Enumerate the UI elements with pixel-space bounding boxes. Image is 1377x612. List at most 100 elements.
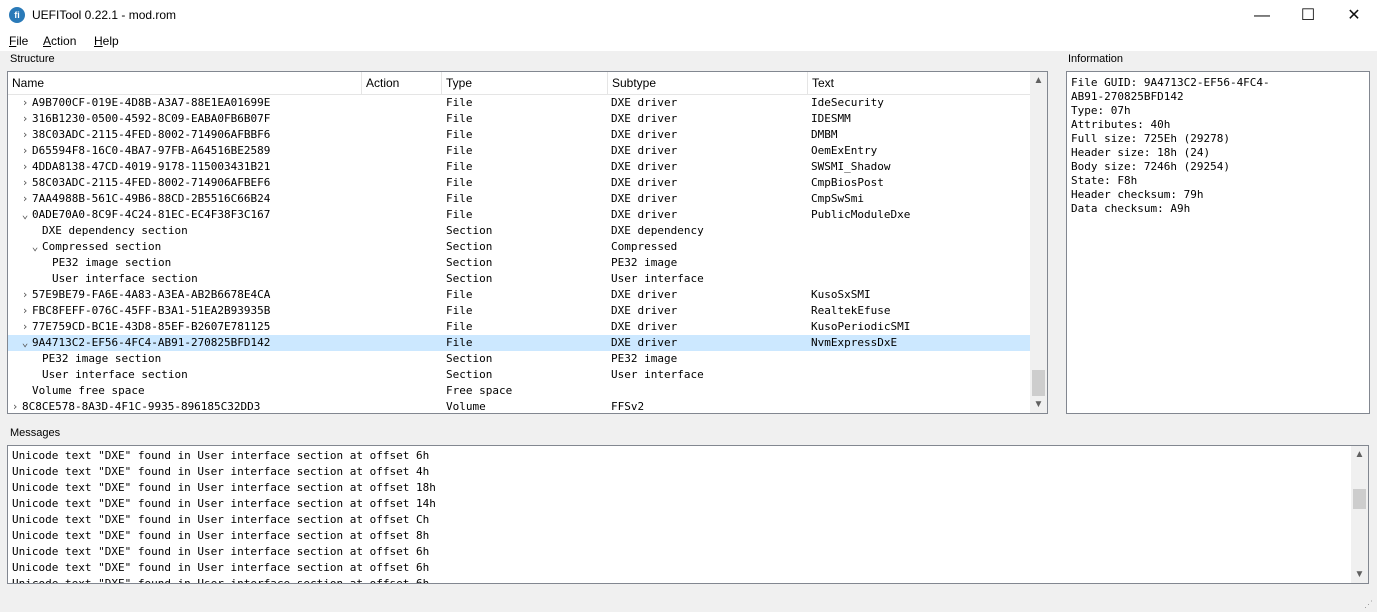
tree-row[interactable]: User interface section Section User interf… <box>8 367 1032 383</box>
expand-arrow-icon[interactable]: › <box>10 399 20 413</box>
tree-cell-name: 4DDA8138-47CD-4019-9178-115003431B21 <box>32 160 271 173</box>
scroll-thumb[interactable] <box>1353 489 1366 509</box>
column-name[interactable]: Name <box>8 72 362 94</box>
collapse-arrow-icon[interactable]: ⌄ <box>30 239 40 255</box>
scroll-down-arrow-icon[interactable]: ▼ <box>1351 566 1368 583</box>
expand-arrow-icon[interactable]: › <box>20 111 30 127</box>
tree-row[interactable]: › 7AA4988B-561C-49B6-88CD-2B5516C66B24 Fil… <box>8 191 1032 207</box>
tree-cell-type: Section <box>446 272 493 285</box>
tree-cell-subtype: DXE driver <box>611 304 678 317</box>
tree-row[interactable]: PE32 image section Section PE32 image <box>8 255 1032 271</box>
menu-file[interactable]: File <box>9 34 28 48</box>
expand-arrow-icon[interactable]: › <box>20 159 30 175</box>
tree-cell-subtype: DXE driver <box>611 288 678 301</box>
message-line[interactable]: Unicode text "DXE" found in User interfa… <box>8 512 1368 528</box>
tree-row[interactable]: PE32 image section Section PE32 image <box>8 351 1032 367</box>
tree-row[interactable]: › D65594F8-16C0-4BA7-97FB-A64516BE2589 Fil… <box>8 143 1032 159</box>
tree-cell-subtype: DXE driver <box>611 192 678 205</box>
information-text[interactable]: File GUID: 9A4713C2-EF56-4FC4- AB91-27082… <box>1066 71 1370 414</box>
column-type[interactable]: Type <box>442 72 608 94</box>
message-line[interactable]: Unicode text "DXE" found in User interfa… <box>8 528 1368 544</box>
structure-title: Structure <box>10 53 55 65</box>
expand-arrow-icon[interactable]: › <box>20 287 30 303</box>
message-line[interactable]: Unicode text "DXE" found in User interfa… <box>8 544 1368 560</box>
tree-row[interactable]: › 316B1230-0500-4592-8C09-EABA0FB6B07F Fil… <box>8 111 1032 127</box>
message-line[interactable]: Unicode text "DXE" found in User interfa… <box>8 464 1368 480</box>
tree-cell-type: File <box>446 160 473 173</box>
message-line[interactable]: Unicode text "DXE" found in User interfa… <box>8 560 1368 576</box>
tree-cell-type: File <box>446 208 473 221</box>
information-title: Information <box>1068 53 1124 65</box>
scroll-up-arrow-icon[interactable]: ▲ <box>1351 446 1368 463</box>
tree-cell-subtype: User interface <box>611 272 704 285</box>
menu-help[interactable]: Help <box>94 34 119 48</box>
message-line[interactable]: Unicode text "DXE" found in User interfa… <box>8 496 1368 512</box>
info-line: Full size: 725Eh (29278) <box>1071 132 1230 145</box>
tree-cell-name: A9B700CF-019E-4D8B-A3A7-88E1EA01699E <box>32 96 271 109</box>
tree-cell-type: Section <box>446 224 493 237</box>
tree-cell-subtype: Compressed <box>611 240 678 253</box>
tree-cell-subtype: DXE dependency <box>611 224 704 237</box>
column-text[interactable]: Text <box>808 72 1032 94</box>
tree-row[interactable]: ⌄ 0ADE70A0-8C9F-4C24-81EC-EC4F38F3C167 Fil… <box>8 207 1032 223</box>
tree-cell-subtype: DXE driver <box>611 336 678 349</box>
message-lines: Unicode text "DXE" found in User interfa… <box>8 446 1368 583</box>
tree-row[interactable]: › 38C03ADC-2115-4FED-8002-714906AFBBF6 Fil… <box>8 127 1032 143</box>
tree-row[interactable]: › 58C03ADC-2115-4FED-8002-714906AFBEF6 Fil… <box>8 175 1032 191</box>
info-line: AB91-270825BFD142 <box>1071 90 1184 103</box>
messages-scrollbar[interactable]: ▲ ▼ <box>1351 446 1368 583</box>
scroll-down-arrow-icon[interactable]: ▼ <box>1030 396 1047 413</box>
column-action[interactable]: Action <box>362 72 442 94</box>
collapse-arrow-icon[interactable]: ⌄ <box>20 335 30 351</box>
tree-cell-text: IdeSecurity <box>811 96 884 109</box>
expand-arrow-icon[interactable]: › <box>20 191 30 207</box>
tree-cell-name: Compressed section <box>42 240 162 253</box>
tree-row[interactable]: › 57E9BE79-FA6E-4A83-A3EA-AB2B6678E4CA Fil… <box>8 287 1032 303</box>
tree-cell-type: File <box>446 192 473 205</box>
tree-row[interactable]: ⌄ 9A4713C2-EF56-4FC4-AB91-270825BFD142 Fil… <box>8 335 1032 351</box>
tree-cell-subtype: DXE driver <box>611 112 678 125</box>
message-line[interactable]: Unicode text "DXE" found in User interfa… <box>8 576 1368 583</box>
scroll-thumb[interactable] <box>1032 370 1045 396</box>
expand-arrow-icon[interactable]: › <box>20 95 30 111</box>
tree-cell-name: 38C03ADC-2115-4FED-8002-714906AFBBF6 <box>32 128 271 141</box>
tree-cell-name: 316B1230-0500-4592-8C09-EABA0FB6B07F <box>32 112 271 125</box>
tree-cell-subtype: DXE driver <box>611 144 678 157</box>
tree-row[interactable]: User interface section Section User interf… <box>8 271 1032 287</box>
tree-row[interactable]: ⌄ Compressed section Section Compressed <box>8 239 1032 255</box>
status-bar: ⋰ <box>0 590 1377 612</box>
tree-row[interactable]: Volume free space Free space <box>8 383 1032 399</box>
tree-row[interactable]: › 4DDA8138-47CD-4019-9178-115003431B21 Fil… <box>8 159 1032 175</box>
expand-arrow-icon[interactable]: › <box>20 319 30 335</box>
expand-arrow-icon[interactable]: › <box>20 303 30 319</box>
tree-cell-text: CmpSwSmi <box>811 192 864 205</box>
expand-arrow-icon[interactable]: › <box>20 143 30 159</box>
tree-row[interactable]: › 8C8CE578-8A3D-4F1C-9935-896185C32DD3 Vol… <box>8 399 1032 413</box>
menu-action[interactable]: Action <box>43 34 76 48</box>
expand-arrow-icon[interactable]: › <box>20 175 30 191</box>
tree-cell-type: Free space <box>446 384 513 397</box>
tree-row[interactable]: › A9B700CF-019E-4D8B-A3A7-88E1EA01699E Fil… <box>8 95 1032 111</box>
structure-tree[interactable]: Name Action Type Subtype Text › A9B700CF-… <box>7 71 1048 414</box>
message-line[interactable]: Unicode text "DXE" found in User interfa… <box>8 480 1368 496</box>
tree-cell-type: Volume <box>446 400 486 413</box>
message-line[interactable]: Unicode text "DXE" found in User interfa… <box>8 448 1368 464</box>
tree-row[interactable]: DXE dependency section Section DXE depende… <box>8 223 1032 239</box>
resize-grip-icon[interactable]: ⋰ <box>1364 599 1374 609</box>
collapse-arrow-icon[interactable]: ⌄ <box>20 207 30 223</box>
menu-action-label: ction <box>51 34 77 48</box>
tree-row[interactable]: › FBC8FEFF-076C-45FF-B3A1-51EA2B93935B Fil… <box>8 303 1032 319</box>
close-button[interactable]: ✕ <box>1331 0 1377 31</box>
tree-row[interactable]: › 77E759CD-BC1E-43D8-85EF-B2607E781125 Fil… <box>8 319 1032 335</box>
minimize-button[interactable]: — <box>1239 0 1285 31</box>
tree-cell-type: Section <box>446 256 493 269</box>
tree-cell-type: Section <box>446 368 493 381</box>
column-subtype[interactable]: Subtype <box>608 72 808 94</box>
tree-cell-type: File <box>446 96 473 109</box>
expand-arrow-icon[interactable]: › <box>20 127 30 143</box>
messages-list[interactable]: Unicode text "DXE" found in User interfa… <box>7 445 1369 584</box>
scroll-up-arrow-icon[interactable]: ▲ <box>1030 72 1047 89</box>
maximize-button[interactable]: ☐ <box>1285 0 1331 31</box>
structure-scrollbar[interactable]: ▲ ▼ <box>1030 72 1047 413</box>
tree-cell-type: File <box>446 320 473 333</box>
